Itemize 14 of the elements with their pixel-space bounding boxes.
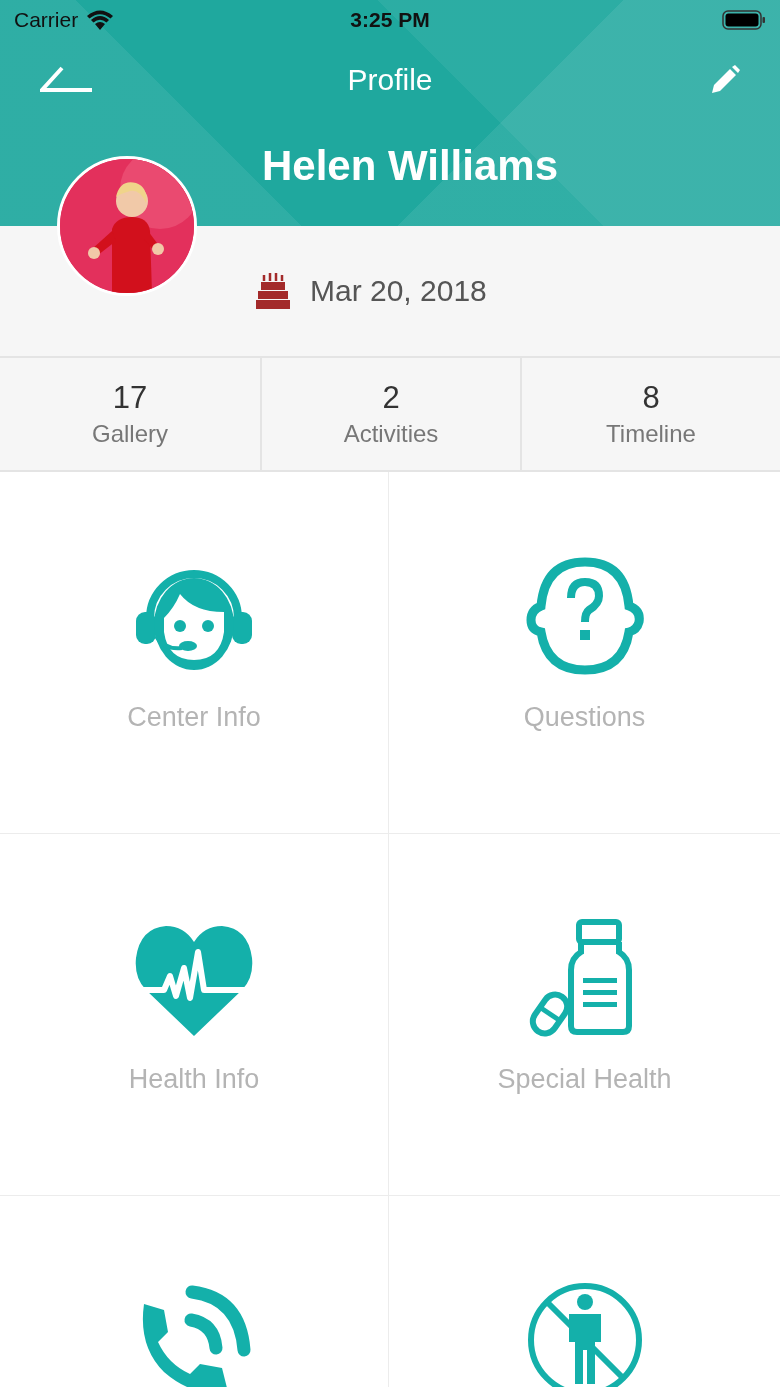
- status-time: 3:25 PM: [350, 8, 430, 32]
- stat-tab[interactable]: 17 Gallery: [0, 358, 260, 470]
- wifi-icon: [86, 10, 115, 30]
- stat-tab[interactable]: 2 Activities: [260, 358, 520, 470]
- birthday-cake-icon: [256, 273, 290, 309]
- profile-name: Helen Williams: [261, 142, 559, 190]
- page-title: Profile: [346, 63, 434, 97]
- question-head-icon: [524, 556, 645, 676]
- stat-tab[interactable]: 8 Timeline: [520, 358, 780, 470]
- menu-tile[interactable]: Center Info: [0, 472, 389, 834]
- birthday-date: Mar 20, 2018: [310, 274, 487, 308]
- battery-icon: [722, 10, 766, 30]
- carrier-name: Carrier: [14, 8, 79, 32]
- menu-tile[interactable]: Health Info: [0, 834, 389, 1196]
